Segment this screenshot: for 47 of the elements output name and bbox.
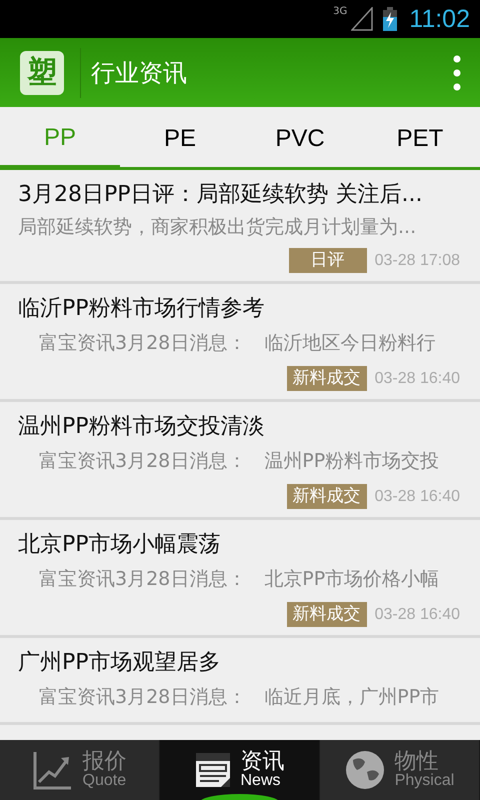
news-time: 03-28 16:40 <box>374 606 460 624</box>
overflow-menu-icon[interactable] <box>452 54 462 90</box>
category-tab[interactable]: PVC <box>240 107 360 170</box>
news-source: 富宝资讯3月28日消息： <box>39 449 246 474</box>
signal-icon <box>351 7 374 31</box>
news-title: 北京PP市场小幅震荡 <box>18 531 222 559</box>
bottom-nav-item[interactable]: 资讯 News <box>160 740 320 800</box>
news-title: 温州PP粉料市场交投清淡 <box>18 413 266 441</box>
nav-label: 物性 <box>394 751 439 773</box>
news-summary: 温州PP粉料市场交投 <box>264 449 440 474</box>
nav-label: 资讯 <box>240 751 284 773</box>
news-title: 临沂PP粉料市场行情参考 <box>18 295 266 323</box>
nav-sublabel: Physical <box>394 773 454 789</box>
news-summary: 临近月底，广州PP市 <box>264 685 440 710</box>
news-source: 富宝资讯3月28日消息： <box>39 331 246 356</box>
category-tab[interactable]: PET <box>360 107 480 170</box>
news-item[interactable]: 3月28日PP日评：局部延续软势 关注后... 局部延续软势，商家积极出货完成月计划量为... 日评 03-28 17:08 <box>0 170 480 284</box>
screen-title: 行业资讯 <box>91 58 187 88</box>
line-chart-icon <box>32 750 72 790</box>
globe-icon <box>344 750 385 790</box>
news-title: 3月28日PP日评：局部延续软势 关注后... <box>18 181 424 209</box>
nav-label: 报价 <box>82 751 126 773</box>
news-item[interactable]: 广州PP市场观望居多 富宝资讯3月28日消息： 临近月底，广州PP市 <box>0 638 480 725</box>
news-time: 03-28 17:08 <box>374 252 460 270</box>
news-item[interactable]: 北京PP市场小幅震荡 富宝资讯3月28日消息： 北京PP市场价格小幅 新料成交 03-28 16:40 <box>0 520 480 638</box>
news-source: 富宝资讯3月28日消息： <box>39 685 246 710</box>
nav-sublabel: Quote <box>82 773 126 789</box>
newspaper-icon <box>194 752 230 788</box>
news-time: 03-28 16:40 <box>374 370 460 388</box>
news-summary: 局部延续软势，商家积极出货完成月计划量为... <box>18 215 418 240</box>
category-tab[interactable]: PE <box>120 107 240 170</box>
category-tag: 日评 <box>288 248 367 273</box>
news-summary: 北京PP市场价格小幅 <box>264 567 440 592</box>
category-tag: 新料成交 <box>286 484 367 509</box>
category-tag: 新料成交 <box>286 366 367 391</box>
bottom-nav-item[interactable]: 物性 Physical <box>320 740 480 800</box>
news-summary: 临沂地区今日粉料行 <box>264 331 436 356</box>
news-time: 03-28 16:40 <box>374 488 460 506</box>
clock: 11:02 <box>409 4 470 34</box>
news-title: 广州PP市场观望居多 <box>18 649 222 677</box>
news-item[interactable]: 临沂PP粉料市场行情参考 富宝资讯3月28日消息： 临沂地区今日粉料行 新料成交 03-28 16:40 <box>0 284 480 402</box>
battery-charging-icon <box>383 7 398 31</box>
nav-sublabel: News <box>240 773 282 789</box>
news-item[interactable]: 温州PP粉料市场交投清淡 富宝资讯3月28日消息： 温州PP粉料市场交投 新料成交 03-28 16:40 <box>0 402 480 520</box>
category-tag: 新料成交 <box>286 602 367 627</box>
network-type: 3G <box>333 6 348 17</box>
news-source: 富宝资讯3月28日消息： <box>39 567 246 592</box>
